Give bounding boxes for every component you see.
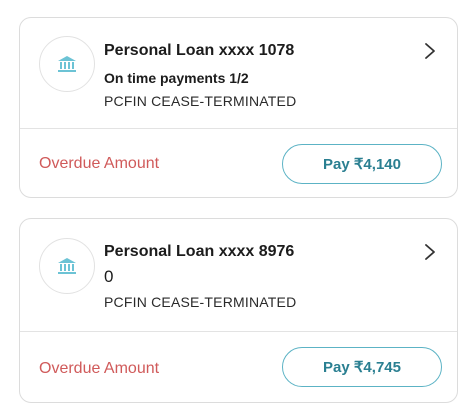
bank-icon <box>58 56 76 72</box>
loan-card-header[interactable]: Personal Loan xxxx 8976 0 PCFIN CEASE-TE… <box>20 219 457 332</box>
overdue-label: Overdue Amount <box>39 155 160 172</box>
overdue-label: Overdue Amount <box>39 360 160 377</box>
bank-avatar <box>39 238 95 294</box>
bank-avatar <box>39 36 95 92</box>
loan-title: Personal Loan xxxx 1078 <box>104 42 295 59</box>
chevron-right-icon[interactable] <box>423 243 437 261</box>
loan-status: PCFIN CEASE-TERMINATED <box>104 93 297 109</box>
bank-icon <box>58 258 76 274</box>
loan-card[interactable]: Personal Loan xxxx 8976 0 PCFIN CEASE-TE… <box>19 218 458 403</box>
loan-subtitle: On time payments 1/2 <box>104 70 249 86</box>
chevron-right-icon[interactable] <box>423 42 437 60</box>
loan-subtitle: 0 <box>104 267 114 286</box>
loan-card[interactable]: Personal Loan xxxx 1078 On time payments… <box>19 17 458 198</box>
loan-card-header[interactable]: Personal Loan xxxx 1078 On time payments… <box>20 18 457 129</box>
pay-button[interactable]: Pay ₹4,140 <box>282 144 442 184</box>
loan-status: PCFIN CEASE-TERMINATED <box>104 294 297 310</box>
pay-button[interactable]: Pay ₹4,745 <box>282 347 442 387</box>
loan-title: Personal Loan xxxx 8976 <box>104 243 295 260</box>
